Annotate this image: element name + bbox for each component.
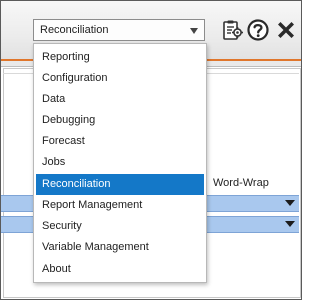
menu-item-configuration[interactable]: Configuration	[36, 68, 204, 89]
chevron-down-icon[interactable]	[190, 28, 198, 34]
view-dropdown-menu: Reporting Configuration Data Debugging F…	[33, 43, 207, 283]
close-icon[interactable]	[274, 18, 298, 42]
menu-item-variable-management[interactable]: Variable Management	[36, 237, 204, 258]
row-dropdown-arrow-icon[interactable]	[285, 221, 295, 227]
view-select[interactable]: Reconciliation	[33, 19, 205, 41]
menu-item-security[interactable]: Security	[36, 216, 204, 237]
clipboard-gear-icon[interactable]	[221, 18, 245, 42]
menu-item-jobs[interactable]: Jobs	[36, 152, 204, 173]
menu-item-forecast[interactable]: Forecast	[36, 131, 204, 152]
menu-item-about[interactable]: About	[36, 259, 204, 280]
menu-item-debugging[interactable]: Debugging	[36, 110, 204, 131]
app-window: Word-Wrap Reconciliation Reporting Confi…	[0, 0, 302, 300]
view-select-value: Reconciliation	[40, 24, 109, 36]
menu-item-data[interactable]: Data	[36, 89, 204, 110]
word-wrap-column-header: Word-Wrap	[213, 177, 269, 189]
menu-item-reconciliation[interactable]: Reconciliation	[36, 174, 204, 195]
menu-item-reporting[interactable]: Reporting	[36, 47, 204, 68]
row-dropdown-arrow-icon[interactable]	[285, 200, 295, 206]
help-icon[interactable]	[246, 18, 270, 42]
menu-item-report-management[interactable]: Report Management	[36, 195, 204, 216]
